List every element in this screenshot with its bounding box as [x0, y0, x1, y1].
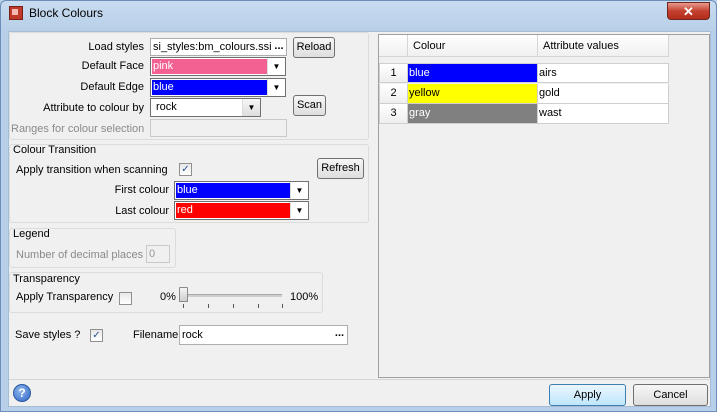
row-header[interactable]: 3 — [379, 104, 408, 124]
table-cell-colour[interactable]: yellow — [408, 84, 538, 104]
table-cell-colour[interactable]: blue — [408, 63, 538, 83]
table-corner — [379, 35, 408, 57]
column-header-attribute-values[interactable]: Attribute values — [538, 35, 669, 57]
colour-transition-title: Colour Transition — [13, 144, 97, 156]
apply-transition-label: Apply transition when scanning — [16, 164, 168, 176]
help-icon[interactable]: ? — [13, 384, 31, 402]
table-cell-colour[interactable]: gray — [408, 104, 538, 124]
slider-track — [181, 294, 282, 297]
first-colour-value: blue — [176, 183, 291, 198]
filename-value: rock — [182, 329, 203, 341]
load-styles-browse-button[interactable]: ... — [272, 39, 286, 55]
transparency-title: Transparency — [13, 273, 80, 285]
table-cell-attribute[interactable]: airs — [538, 63, 669, 83]
ranges-input[interactable] — [150, 119, 287, 137]
footer-divider — [9, 379, 710, 380]
apply-transparency-checkbox[interactable] — [119, 292, 132, 305]
load-styles-value: si_styles:bm_colours.ssi — [153, 41, 272, 53]
ranges-label: Ranges for colour selection — [11, 123, 145, 135]
slider-tick — [258, 304, 259, 308]
slider-thumb[interactable] — [179, 287, 188, 302]
apply-transition-checkbox[interactable]: ✓ — [179, 163, 192, 176]
save-styles-label: Save styles ? — [15, 329, 81, 341]
last-colour-label: Last colour — [115, 205, 169, 217]
chevron-down-icon: ▼ — [267, 79, 285, 96]
default-edge-value: blue — [152, 80, 268, 95]
transparency-max-label: 100% — [290, 291, 319, 303]
dialog-body: Load styles si_styles:bm_colours.ssi ...… — [8, 31, 711, 407]
attribute-select[interactable]: rock ▼ — [150, 98, 261, 117]
slider-tick — [282, 304, 283, 308]
transparency-slider[interactable] — [179, 287, 284, 309]
slider-tick — [208, 304, 209, 308]
cancel-button[interactable]: Cancel — [633, 384, 708, 406]
column-header-colour[interactable]: Colour — [408, 35, 538, 57]
close-button[interactable]: ✕ — [667, 2, 710, 20]
decimal-places-input[interactable]: 0 — [146, 245, 170, 263]
last-colour-select[interactable]: red ▼ — [174, 201, 309, 220]
load-styles-input[interactable]: si_styles:bm_colours.ssi — [150, 38, 287, 56]
first-colour-select[interactable]: blue ▼ — [174, 181, 309, 200]
scan-button[interactable]: Scan — [293, 95, 326, 116]
reload-button[interactable]: Reload — [293, 37, 335, 58]
legend-title: Legend — [13, 228, 50, 240]
attribute-label: Attribute to colour by — [43, 102, 144, 114]
filename-label: Filename — [133, 329, 179, 341]
apply-transparency-label: Apply Transparency — [16, 291, 114, 303]
first-colour-label: First colour — [114, 184, 169, 196]
default-face-value: pink — [152, 59, 268, 74]
app-icon — [9, 6, 23, 20]
table-cell-attribute[interactable]: wast — [538, 104, 669, 124]
apply-button[interactable]: Apply — [549, 384, 626, 406]
transparency-min-label: 0% — [160, 291, 176, 303]
attribute-value: rock — [156, 101, 177, 113]
title-bar: Block Colours ✕ — [1, 1, 716, 27]
chevron-down-icon: ▼ — [242, 99, 260, 116]
default-edge-label: Default Edge — [80, 81, 144, 93]
window-title: Block Colours — [29, 6, 104, 20]
decimal-places-label: Number of decimal places — [16, 249, 144, 261]
default-edge-select[interactable]: blue ▼ — [150, 78, 286, 97]
row-header[interactable]: 2 — [379, 84, 408, 104]
slider-tick — [183, 304, 184, 308]
filename-input[interactable]: rock — [179, 325, 348, 345]
row-header[interactable]: 1 — [379, 63, 408, 83]
chevron-down-icon: ▼ — [267, 58, 285, 75]
chevron-down-icon: ▼ — [290, 182, 308, 199]
load-styles-label: Load styles — [88, 41, 144, 53]
table-cell-attribute[interactable]: gold — [538, 84, 669, 104]
colour-table: Colour Attribute values 1 blue airs 2 ye… — [378, 34, 710, 378]
chevron-down-icon: ▼ — [290, 202, 308, 219]
last-colour-value: red — [176, 203, 291, 218]
slider-tick — [233, 304, 234, 308]
save-styles-checkbox[interactable]: ✓ — [90, 329, 103, 342]
default-face-select[interactable]: pink ▼ — [150, 57, 286, 76]
refresh-button[interactable]: Refresh — [317, 158, 364, 179]
filename-browse-button[interactable]: ... — [332, 326, 347, 343]
block-colours-window: Block Colours ✕ Load styles si_styles:bm… — [0, 0, 717, 412]
default-face-label: Default Face — [81, 60, 144, 72]
